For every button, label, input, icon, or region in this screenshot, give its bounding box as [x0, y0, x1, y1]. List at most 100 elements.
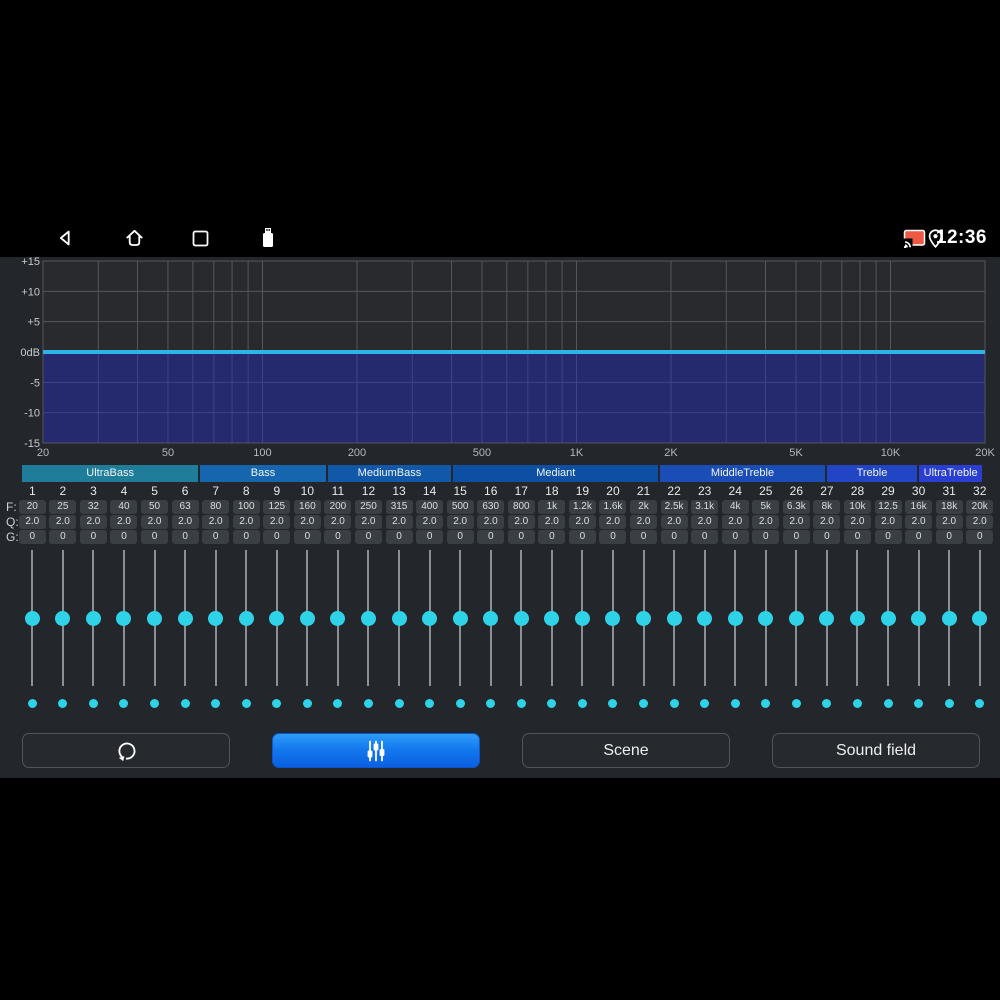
- gain-slider[interactable]: [323, 548, 354, 718]
- q-factor-chip[interactable]: 2.0: [630, 515, 658, 529]
- slider-thumb[interactable]: [116, 610, 132, 626]
- gain-chip[interactable]: 0: [966, 530, 994, 544]
- q-factor-chip[interactable]: 2.0: [538, 515, 566, 529]
- gain-chip[interactable]: 0: [202, 530, 230, 544]
- slider-thumb[interactable]: [391, 610, 407, 626]
- gain-chip[interactable]: 0: [49, 530, 77, 544]
- gain-chip[interactable]: 0: [293, 530, 321, 544]
- q-factor-chip[interactable]: 2.0: [416, 515, 444, 529]
- gain-slider[interactable]: [598, 548, 629, 718]
- slider-thumb[interactable]: [849, 610, 865, 626]
- frequency-chip[interactable]: 400: [416, 500, 444, 514]
- slider-thumb[interactable]: [513, 610, 529, 626]
- q-factor-chip[interactable]: 2.0: [110, 515, 138, 529]
- gain-slider[interactable]: [934, 548, 965, 718]
- gain-slider[interactable]: [445, 548, 476, 718]
- gain-chip[interactable]: 0: [18, 530, 46, 544]
- q-factor-chip[interactable]: 2.0: [599, 515, 627, 529]
- slider-thumb[interactable]: [299, 610, 315, 626]
- q-factor-chip[interactable]: 2.0: [446, 515, 474, 529]
- frequency-chip[interactable]: 800: [507, 500, 535, 514]
- q-factor-chip[interactable]: 2.0: [721, 515, 749, 529]
- slider-thumb[interactable]: [483, 610, 499, 626]
- q-factor-chip[interactable]: 2.0: [49, 515, 77, 529]
- slider-thumb[interactable]: [880, 610, 896, 626]
- equalizer-button[interactable]: [272, 733, 480, 768]
- slider-thumb[interactable]: [452, 610, 468, 626]
- reset-button[interactable]: [22, 733, 230, 768]
- slider-thumb[interactable]: [788, 610, 804, 626]
- gain-slider[interactable]: [537, 548, 568, 718]
- usb-status[interactable]: [255, 218, 281, 258]
- gain-slider[interactable]: [200, 548, 231, 718]
- frequency-chip[interactable]: 10k: [843, 500, 871, 514]
- gain-chip[interactable]: 0: [354, 530, 382, 544]
- q-factor-chip[interactable]: 2.0: [293, 515, 321, 529]
- gain-chip[interactable]: 0: [263, 530, 291, 544]
- gain-slider[interactable]: [170, 548, 201, 718]
- gain-slider[interactable]: [873, 548, 904, 718]
- q-factor-chip[interactable]: 2.0: [905, 515, 933, 529]
- frequency-chip[interactable]: 250: [354, 500, 382, 514]
- slider-thumb[interactable]: [24, 610, 40, 626]
- q-factor-chip[interactable]: 2.0: [874, 515, 902, 529]
- frequency-chip[interactable]: 12.5: [874, 500, 902, 514]
- frequency-chip[interactable]: 1.2k: [568, 500, 596, 514]
- q-factor-chip[interactable]: 2.0: [263, 515, 291, 529]
- gain-slider[interactable]: [689, 548, 720, 718]
- gain-slider[interactable]: [384, 548, 415, 718]
- gain-slider[interactable]: [231, 548, 262, 718]
- q-factor-chip[interactable]: 2.0: [813, 515, 841, 529]
- slider-thumb[interactable]: [544, 610, 560, 626]
- gain-slider[interactable]: [659, 548, 690, 718]
- gain-slider[interactable]: [567, 548, 598, 718]
- gain-slider[interactable]: [78, 548, 109, 718]
- gain-slider[interactable]: [812, 548, 843, 718]
- gain-slider[interactable]: [964, 548, 995, 718]
- q-factor-chip[interactable]: 2.0: [477, 515, 505, 529]
- gain-slider[interactable]: [262, 548, 293, 718]
- nav-back-button[interactable]: [52, 218, 78, 258]
- nav-recents-button[interactable]: [187, 218, 213, 258]
- frequency-chip[interactable]: 160: [293, 500, 321, 514]
- frequency-chip[interactable]: 6.3k: [782, 500, 810, 514]
- slider-thumb[interactable]: [574, 610, 590, 626]
- frequency-chip[interactable]: 50: [141, 500, 169, 514]
- q-factor-chip[interactable]: 2.0: [691, 515, 719, 529]
- gain-chip[interactable]: 0: [599, 530, 627, 544]
- gain-chip[interactable]: 0: [660, 530, 688, 544]
- frequency-chip[interactable]: 20: [18, 500, 46, 514]
- frequency-chip[interactable]: 500: [446, 500, 474, 514]
- q-factor-chip[interactable]: 2.0: [202, 515, 230, 529]
- q-factor-chip[interactable]: 2.0: [232, 515, 260, 529]
- gain-slider[interactable]: [292, 548, 323, 718]
- slider-thumb[interactable]: [758, 610, 774, 626]
- frequency-chip[interactable]: 32: [79, 500, 107, 514]
- q-factor-chip[interactable]: 2.0: [507, 515, 535, 529]
- gain-chip[interactable]: 0: [171, 530, 199, 544]
- gain-chip[interactable]: 0: [905, 530, 933, 544]
- frequency-chip[interactable]: 80: [202, 500, 230, 514]
- slider-thumb[interactable]: [697, 610, 713, 626]
- slider-thumb[interactable]: [972, 610, 988, 626]
- gain-chip[interactable]: 0: [538, 530, 566, 544]
- frequency-chip[interactable]: 1k: [538, 500, 566, 514]
- q-factor-chip[interactable]: 2.0: [354, 515, 382, 529]
- q-factor-chip[interactable]: 2.0: [141, 515, 169, 529]
- nav-home-button[interactable]: [121, 218, 147, 258]
- gain-chip[interactable]: 0: [630, 530, 658, 544]
- slider-thumb[interactable]: [55, 610, 71, 626]
- gain-chip[interactable]: 0: [782, 530, 810, 544]
- gain-slider[interactable]: [109, 548, 140, 718]
- gain-slider[interactable]: [751, 548, 782, 718]
- gain-chip[interactable]: 0: [935, 530, 963, 544]
- frequency-chip[interactable]: 2k: [630, 500, 658, 514]
- gain-slider[interactable]: [842, 548, 873, 718]
- gain-chip[interactable]: 0: [141, 530, 169, 544]
- gain-chip[interactable]: 0: [477, 530, 505, 544]
- gain-chip[interactable]: 0: [110, 530, 138, 544]
- gain-chip[interactable]: 0: [507, 530, 535, 544]
- q-factor-chip[interactable]: 2.0: [324, 515, 352, 529]
- q-factor-chip[interactable]: 2.0: [79, 515, 107, 529]
- frequency-chip[interactable]: 16k: [905, 500, 933, 514]
